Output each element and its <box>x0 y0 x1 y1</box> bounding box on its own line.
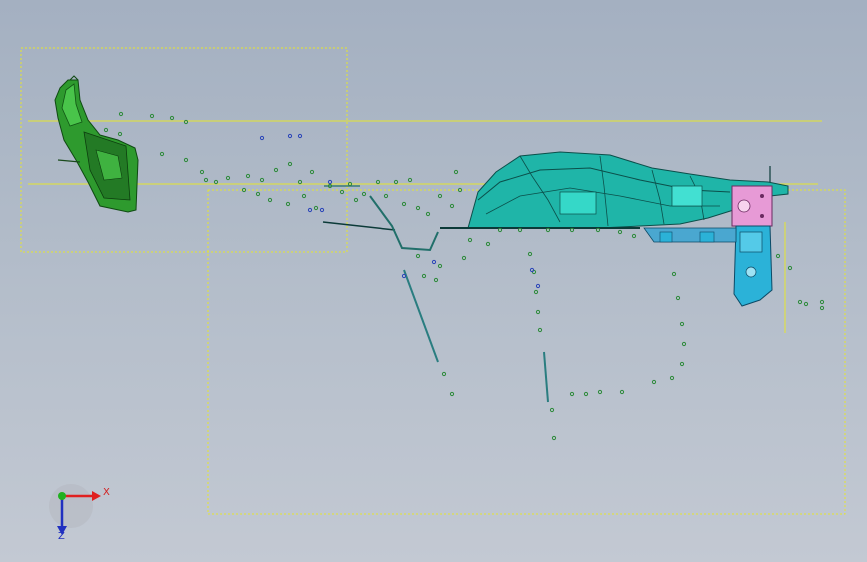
teal-floor-panel[interactable] <box>322 151 789 231</box>
point-cloud <box>103 111 825 441</box>
axis-z-label: Z <box>58 531 65 542</box>
axis-triad <box>49 484 101 535</box>
triad-origin <box>49 484 93 528</box>
model-canvas[interactable] <box>0 0 867 562</box>
axis-x-label: X <box>103 487 110 498</box>
cyan-bracket-part[interactable] <box>643 225 773 307</box>
x-axis-arrow-icon <box>92 491 101 501</box>
pink-bracket-part[interactable] <box>731 185 773 227</box>
green-bracket-part[interactable] <box>54 75 139 213</box>
y-axis-dot-icon <box>58 492 66 500</box>
cad-viewport[interactable]: X Z <box>0 0 867 562</box>
